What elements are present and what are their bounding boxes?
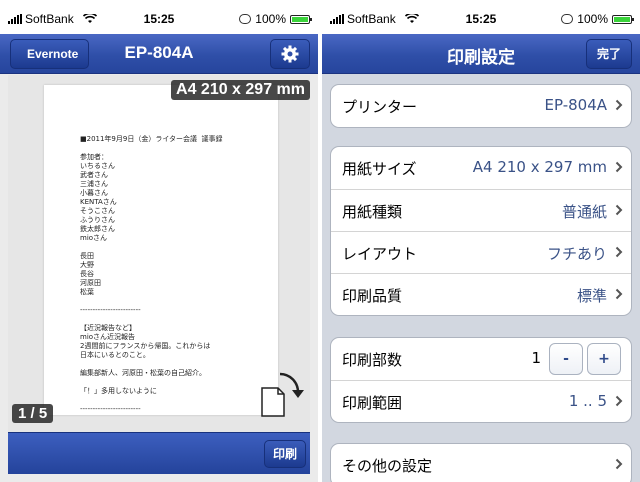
chevron-right-icon xyxy=(615,458,623,470)
chevron-right-icon xyxy=(615,395,623,407)
document-line: ------------------------ xyxy=(80,306,141,314)
document-line: mioさん xyxy=(80,234,108,242)
paper-group: 用紙サイズ A4 210 x 297 mm 用紙種類 普通紙 レイアウト フチあ… xyxy=(330,146,632,316)
document-line: 参加者： xyxy=(80,153,108,161)
printer-value: EP-804A xyxy=(544,96,608,114)
bottom-toolbar: 印刷 xyxy=(8,432,310,474)
document-line: そうこさん xyxy=(80,207,115,215)
document-line: 長田 xyxy=(80,252,94,260)
print-preview-screen: SoftBank 15:25 100% Evernote EP-804A ■20… xyxy=(0,0,318,482)
document-line: 武者さん xyxy=(80,171,108,179)
printer-row[interactable]: プリンター EP-804A xyxy=(331,85,631,127)
rotation-lock-icon xyxy=(239,14,252,24)
document-line: 松葉 xyxy=(80,288,94,296)
paper-size-row[interactable]: 用紙サイズ A4 210 x 297 mm xyxy=(331,147,631,189)
document-line: mioさん近況報告 xyxy=(80,333,136,341)
battery-percent: 100% xyxy=(577,12,608,26)
paper-size-badge: A4 210 x 297 mm xyxy=(171,80,310,100)
print-range-label: 印刷範囲 xyxy=(342,394,403,412)
document-line: 河原田 xyxy=(80,279,101,287)
paper-type-label: 用紙種類 xyxy=(342,203,403,221)
done-button[interactable]: 完了 xyxy=(585,39,632,69)
paper-type-row[interactable]: 用紙種類 普通紙 xyxy=(331,189,631,231)
other-settings-label: その他の設定 xyxy=(342,457,433,475)
chevron-right-icon xyxy=(615,161,623,173)
copies-stepper: - + xyxy=(549,343,621,375)
document-line: 編集部新人、河原田・松葉の自己紹介。 xyxy=(80,369,206,377)
paper-size-label: 用紙サイズ xyxy=(342,160,417,178)
paper-size-value: A4 210 x 297 mm xyxy=(472,158,607,176)
printer-label: プリンター xyxy=(342,98,418,116)
document-line: 「！」多用しないように xyxy=(80,387,157,395)
document-line: 大野 xyxy=(80,261,94,269)
document-line: 【近況報告など】 xyxy=(80,324,136,332)
printer-group: プリンター EP-804A xyxy=(330,84,632,128)
copies-label: 印刷部数 xyxy=(342,351,403,369)
nav-bar: Evernote EP-804A xyxy=(0,34,318,74)
document-line: ------------------------ xyxy=(80,405,141,413)
document-line: ■2011年9月9日（金）ライター会議 議事録 xyxy=(80,135,223,143)
document-page: ■2011年9月9日（金）ライター会議 議事録 参加者： いちるさん 武者さん 三浦さん… xyxy=(44,85,278,415)
document-line: 三浦さん xyxy=(80,180,108,188)
layout-label: レイアウト xyxy=(342,245,418,263)
print-quality-row[interactable]: 印刷品質 標準 xyxy=(331,273,631,315)
chevron-right-icon xyxy=(615,246,623,258)
print-settings-screen: SoftBank 15:25 100% 印刷設定 完了 プリンター EP-804… xyxy=(322,0,640,482)
document-line: いちるさん xyxy=(80,162,115,170)
copies-value: 1 xyxy=(531,349,541,367)
settings-button[interactable] xyxy=(270,39,310,69)
other-settings-row[interactable]: その他の設定 xyxy=(331,444,631,482)
layout-value: フチあり xyxy=(546,245,607,263)
print-quality-value: 標準 xyxy=(576,287,607,305)
document-line: KENTAさん xyxy=(80,198,117,206)
document-line: ふうりさん xyxy=(80,216,115,224)
nav-bar: 印刷設定 完了 xyxy=(322,34,640,74)
document-line: 日本にいるとのこと。 xyxy=(80,351,150,359)
print-range-row[interactable]: 印刷範囲 1 .. 5 xyxy=(331,380,631,422)
copies-group: 印刷部数 1 - + 印刷範囲 1 .. 5 xyxy=(330,337,632,423)
increment-button[interactable]: + xyxy=(587,343,621,375)
document-text: ■2011年9月9日（金）ライター会議 議事録 参加者： いちるさん 武者さん 三浦さん… xyxy=(80,135,223,414)
print-button[interactable]: 印刷 xyxy=(263,440,306,468)
battery-percent: 100% xyxy=(255,12,286,26)
page-indicator: 1 / 5 xyxy=(12,404,54,423)
other-group: その他の設定 xyxy=(330,443,632,482)
paper-type-value: 普通紙 xyxy=(561,203,607,221)
copies-row: 印刷部数 1 - + xyxy=(331,338,631,380)
battery-icon xyxy=(290,14,312,24)
print-quality-label: 印刷品質 xyxy=(342,287,403,305)
chevron-right-icon xyxy=(615,288,623,300)
battery-icon xyxy=(612,14,634,24)
document-line: 小暮さん xyxy=(80,189,108,197)
print-range-value: 1 .. 5 xyxy=(568,392,607,410)
chevron-right-icon xyxy=(615,99,623,111)
chevron-right-icon xyxy=(615,204,623,216)
document-line: 鉄太郎さん xyxy=(80,225,115,233)
decrement-button[interactable]: - xyxy=(549,343,583,375)
rotation-lock-icon xyxy=(561,14,574,24)
document-line: 長谷 xyxy=(80,270,94,278)
rotate-page-icon[interactable] xyxy=(258,368,306,418)
gear-icon xyxy=(281,45,299,63)
layout-row[interactable]: レイアウト フチあり xyxy=(331,231,631,273)
document-line: 2週間前にフランスから帰国。これからは xyxy=(80,342,211,350)
